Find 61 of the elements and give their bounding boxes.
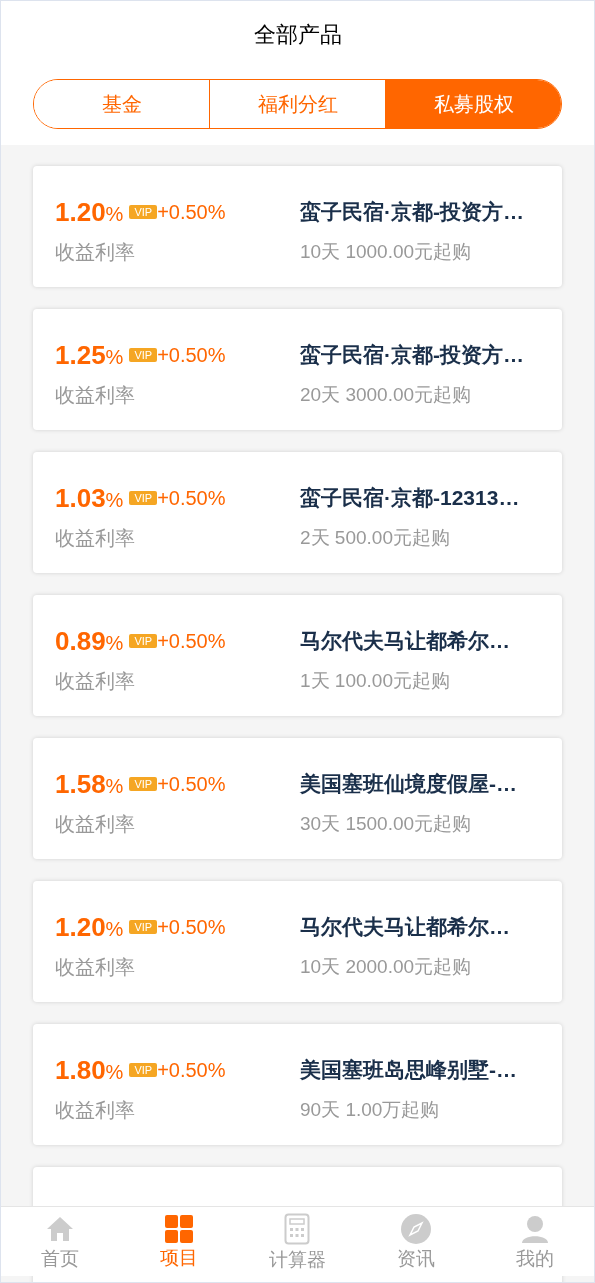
product-card[interactable]: 0.89% VIP +0.50% 收益利率 马尔代夫马让都希尔… 1天 100.00元起购 <box>33 595 562 716</box>
nav-tab[interactable]: 资讯 <box>356 1207 476 1276</box>
category-tab[interactable]: 私募股权 <box>386 80 561 128</box>
compass-icon <box>401 1213 432 1244</box>
nav-tab[interactable]: 首页 <box>1 1207 120 1276</box>
interest-rate: 1.25% <box>55 338 124 372</box>
bonus-rate: +0.50% <box>157 772 226 797</box>
bonus-rate: +0.50% <box>157 343 226 368</box>
product-terms: 10天 1000.00元起购 <box>300 240 473 264</box>
vip-badge: VIP <box>129 205 158 219</box>
rate-label: 收益利率 <box>55 1098 136 1123</box>
product-card[interactable]: 1.80% VIP +0.50% 收益利率 美国塞班岛思峰别墅-… 90天 1.00万起购 <box>33 1024 562 1145</box>
vip-badge: VIP <box>129 348 158 362</box>
nav-tab[interactable]: 计算器 <box>238 1207 357 1276</box>
nav-tab[interactable]: 我的 <box>475 1207 594 1276</box>
product-terms: 90天 1.00万起购 <box>300 1098 441 1122</box>
product-terms: 1天 100.00元起购 <box>300 669 451 693</box>
vip-badge: VIP <box>129 634 158 648</box>
interest-rate: 1.80% <box>55 1053 124 1087</box>
product-name: 蛮子民宿·京都-12313… <box>300 485 521 511</box>
product-name: 马尔代夫马让都希尔… <box>300 914 511 940</box>
product-card[interactable]: 1.25% VIP +0.50% 收益利率 蛮子民宿·京都-投资方… 20天 3000.00元起购 <box>33 309 562 430</box>
product-card[interactable]: 1.20% VIP +0.50% 收益利率 马尔代夫马让都希尔… 10天 2000.00元起购 <box>33 881 562 1002</box>
interest-rate: 1.20% <box>55 910 124 944</box>
nav-tab[interactable]: 项目 <box>119 1207 239 1276</box>
rate-label: 收益利率 <box>55 383 136 408</box>
category-tab[interactable]: 基金 <box>34 80 210 128</box>
bonus-rate: +0.50% <box>157 629 226 654</box>
page-title: 全部产品 <box>252 21 343 49</box>
product-card[interactable]: 1.20% VIP +0.50% 收益利率 蛮子民宿·京都-投资方… 10天 1000.00元起购 <box>33 166 562 287</box>
product-name: 美国塞班仙境度假屋-… <box>300 771 518 797</box>
vip-badge: VIP <box>129 777 158 791</box>
rate-label: 收益利率 <box>55 240 136 265</box>
interest-rate: 0.89% <box>55 624 124 658</box>
user-icon <box>519 1213 550 1244</box>
product-terms: 2天 500.00元起购 <box>300 526 451 550</box>
product-name: 蛮子民宿·京都-投资方… <box>300 342 525 368</box>
rate-label: 收益利率 <box>55 812 136 837</box>
bonus-rate: +0.50% <box>157 1058 226 1083</box>
product-card[interactable]: 1.03% VIP +0.50% 收益利率 蛮子民宿·京都-12313… 2天 500.00元起购 <box>33 452 562 573</box>
bonus-rate: +0.50% <box>157 486 226 511</box>
vip-badge: VIP <box>129 920 158 934</box>
calculator-icon <box>284 1212 311 1245</box>
rate-label: 收益利率 <box>55 526 136 551</box>
vip-badge: VIP <box>129 491 158 505</box>
product-terms: 20天 3000.00元起购 <box>300 383 473 407</box>
rate-label: 收益利率 <box>55 669 136 694</box>
product-name: 蛮子民宿·京都-投资方… <box>300 199 525 225</box>
interest-rate: 1.20% <box>55 195 124 229</box>
interest-rate: 1.58% <box>55 767 124 801</box>
vip-badge: VIP <box>129 1063 158 1077</box>
grid-icon <box>164 1214 193 1243</box>
interest-rate: 1.03% <box>55 481 124 515</box>
product-card[interactable]: 1.58% VIP +0.50% 收益利率 美国塞班仙境度假屋-… 30天 1500.00元起购 <box>33 738 562 859</box>
bonus-rate: +0.50% <box>157 915 226 940</box>
rate-label: 收益利率 <box>55 955 136 980</box>
bonus-rate: +0.50% <box>157 200 226 225</box>
product-name: 美国塞班岛思峰别墅-… <box>300 1057 518 1083</box>
product-terms: 30天 1500.00元起购 <box>300 812 473 836</box>
product-name: 马尔代夫马让都希尔… <box>300 628 511 654</box>
product-terms: 10天 2000.00元起购 <box>300 955 473 979</box>
